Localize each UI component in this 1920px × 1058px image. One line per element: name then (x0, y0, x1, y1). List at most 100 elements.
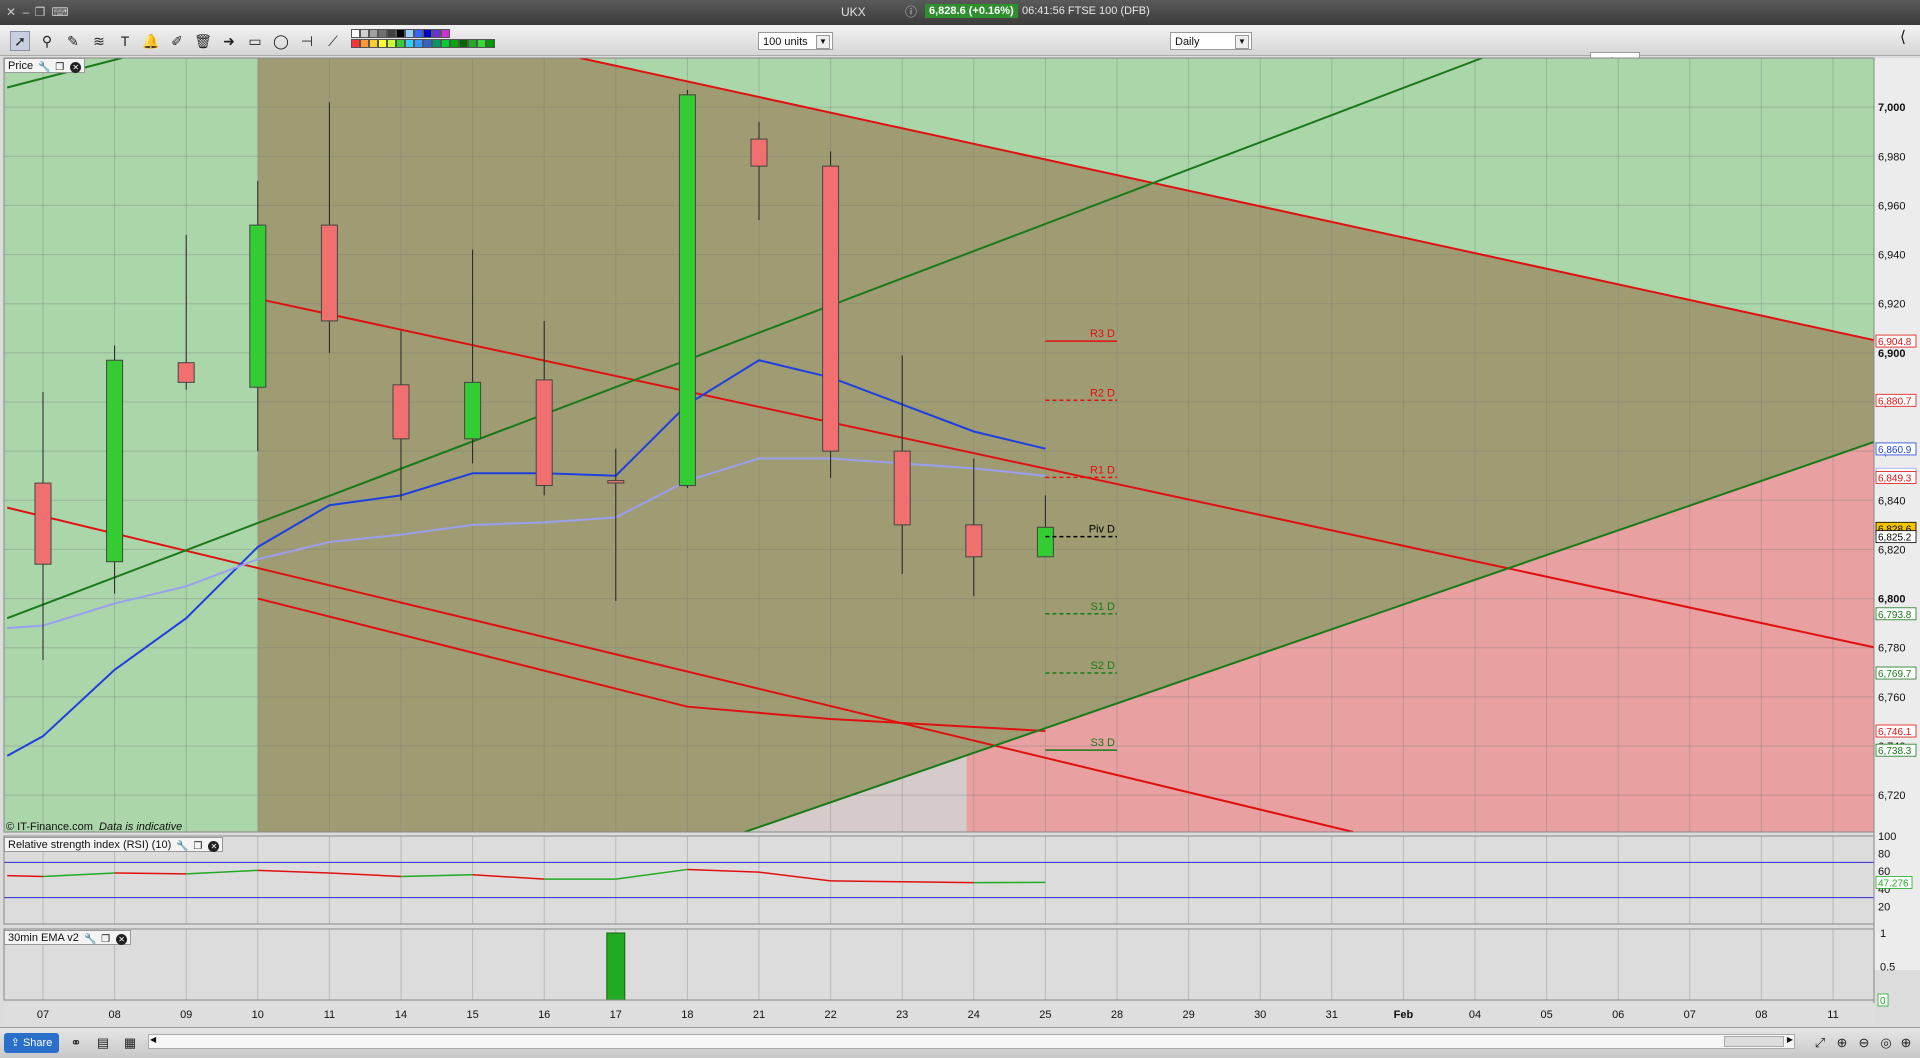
window-icon[interactable]: ❐ (192, 841, 203, 852)
color-swatch[interactable] (396, 29, 405, 38)
candle-bearish[interactable] (823, 166, 839, 451)
wrench-icon[interactable]: 🔧 (176, 841, 187, 852)
candle-bullish[interactable] (679, 95, 695, 486)
window-icon[interactable]: ❐ (54, 62, 65, 73)
color-swatch[interactable] (351, 29, 360, 38)
candle-bearish[interactable] (35, 483, 51, 564)
color-swatch[interactable] (360, 39, 369, 48)
candle-bearish[interactable] (393, 385, 409, 439)
menu-collapse-icon[interactable]: ⟨ (1894, 29, 1912, 47)
chart-type-select[interactable]: ▼ (1590, 52, 1640, 78)
zoom-fit-icon[interactable]: ⤢ (1812, 1035, 1828, 1051)
layout-icon[interactable]: ▤ (95, 1035, 111, 1051)
rsi-line-segment (902, 882, 974, 883)
candle-bullish[interactable] (107, 360, 123, 561)
color-swatch[interactable] (432, 29, 441, 38)
text-icon[interactable]: T (116, 32, 134, 50)
color-swatch[interactable] (369, 39, 378, 48)
price-tick-label: 6,760 (1878, 692, 1906, 704)
price-panel-title: Price (8, 60, 33, 72)
candle-bearish[interactable] (536, 380, 552, 486)
color-swatch[interactable] (414, 29, 423, 38)
trendline-icon[interactable]: ⟋ (324, 32, 342, 50)
price-tick-label: 6,820 (1878, 544, 1906, 556)
candle-bullish[interactable] (1037, 527, 1053, 556)
color-swatch[interactable] (441, 29, 450, 38)
fib-icon[interactable]: ≋ (90, 32, 108, 50)
color-swatch[interactable] (405, 39, 414, 48)
close-icon[interactable]: ✕ (70, 62, 81, 73)
color-swatch[interactable] (423, 39, 432, 48)
zoom-out-icon[interactable]: ⊖ (1856, 1035, 1872, 1051)
color-swatch[interactable] (423, 29, 432, 38)
color-swatch[interactable] (468, 39, 477, 48)
candle-bullish[interactable] (465, 382, 481, 439)
rectangle-icon[interactable]: ▭ (246, 32, 264, 50)
date-tick-label: 08 (108, 1009, 120, 1021)
color-swatch[interactable] (378, 29, 387, 38)
panel-border (4, 929, 1874, 1000)
color-swatch[interactable] (414, 39, 423, 48)
units-select[interactable]: 100 units ▼ (758, 32, 833, 50)
hline-icon[interactable]: ⊣ (298, 32, 316, 50)
color-swatch[interactable] (405, 29, 414, 38)
moving-average-line (7, 459, 1045, 629)
rsi-line-segment (329, 873, 401, 877)
axes: 6,7206,7406,7606,7806,8006,8206,8406,860… (4, 58, 1920, 1025)
price-tag-box (1876, 471, 1916, 483)
share-button[interactable]: ⇪ Share (4, 1033, 59, 1053)
close-window-icon[interactable]: ✕ (5, 6, 17, 18)
candle-bearish[interactable] (608, 481, 624, 483)
color-swatch[interactable] (378, 39, 387, 48)
period-select[interactable]: Daily ▼ (1170, 32, 1252, 50)
candle-bullish[interactable] (250, 225, 266, 387)
zoom-in-icon[interactable]: ⊕ (1898, 1035, 1914, 1051)
close-icon[interactable]: ✕ (116, 934, 127, 945)
ema-tick-label: 0 (1880, 995, 1886, 1007)
wrench-icon[interactable]: 🔧 (84, 934, 95, 945)
candle-bearish[interactable] (894, 451, 910, 525)
scrollbar-thumb[interactable] (1724, 1036, 1784, 1047)
color-swatch[interactable] (477, 39, 486, 48)
color-swatch[interactable] (459, 39, 468, 48)
color-swatch[interactable] (450, 39, 459, 48)
scroll-left-icon[interactable]: ◀ (150, 1035, 156, 1044)
copyright-note: © IT-Finance.com Data is indicative (6, 821, 182, 833)
info-icon[interactable]: ⓘ (905, 6, 917, 18)
color-swatch[interactable] (387, 39, 396, 48)
color-swatch[interactable] (396, 39, 405, 48)
eraser-icon[interactable]: ✐ (168, 32, 186, 50)
candle-bearish[interactable] (751, 139, 767, 166)
candle-bearish[interactable] (178, 363, 194, 383)
ellipse-icon[interactable]: ◯ (272, 32, 290, 50)
color-swatch[interactable] (441, 39, 450, 48)
alert-icon[interactable]: 🔔 (142, 32, 160, 50)
grid-icon[interactable]: ▦ (122, 1035, 138, 1051)
close-icon[interactable]: ✕ (208, 841, 219, 852)
color-swatch[interactable] (432, 39, 441, 48)
zoom-region-icon[interactable]: ⊕ (1834, 1035, 1850, 1051)
wrench-icon[interactable]: 🔧 (38, 62, 49, 73)
window-icon[interactable]: ❐ (100, 934, 111, 945)
pointer-icon[interactable]: ➚ (10, 31, 30, 51)
link-icon[interactable]: ⚭ (68, 1035, 84, 1051)
zoom-icon[interactable]: ⚲ (38, 32, 56, 50)
color-swatch[interactable] (486, 39, 495, 48)
candle-bearish[interactable] (321, 225, 337, 321)
color-swatch[interactable] (351, 39, 360, 48)
color-swatch[interactable] (387, 29, 396, 38)
keyboard-icon[interactable]: ⌨ (50, 6, 70, 18)
candle-bearish[interactable] (966, 525, 982, 557)
scroll-right-icon[interactable]: ▶ (1787, 1035, 1793, 1044)
price-chart[interactable]: R3 DR2 DR1 DPiv DS1 DS2 DS3 D 6,7206,740… (0, 0, 1920, 1057)
draw-icon[interactable]: ✎ (64, 32, 82, 50)
arrow-icon[interactable]: ➜ (220, 32, 238, 50)
date-tick-label: 23 (896, 1009, 908, 1021)
trash-icon[interactable]: 🗑 (194, 32, 212, 50)
color-swatch[interactable] (360, 29, 369, 38)
time-scrollbar[interactable]: ◀ ▶ (148, 1034, 1795, 1049)
restore-window-icon[interactable]: ❐ (34, 6, 46, 18)
color-swatch[interactable] (369, 29, 378, 38)
minimize-window-icon[interactable]: – (20, 6, 32, 18)
zoom-reset-icon[interactable]: ◎ (1878, 1035, 1894, 1051)
